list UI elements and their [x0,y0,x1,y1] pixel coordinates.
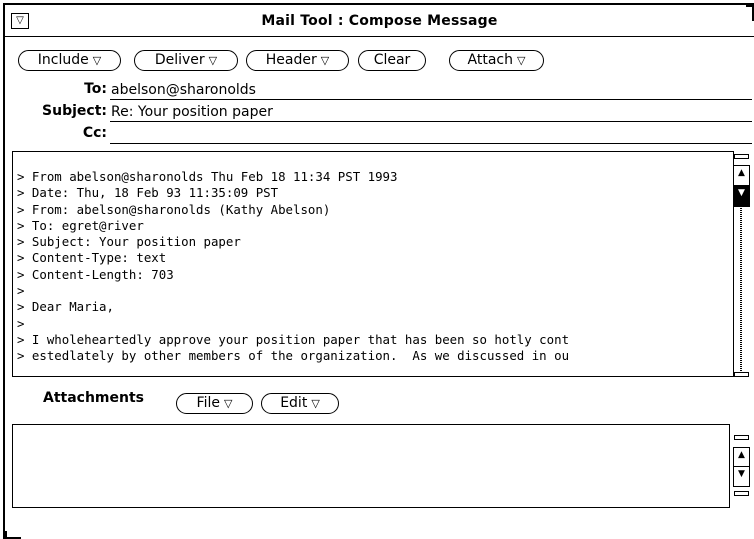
message-body-pane[interactable]: > From abelson@sharonolds Thu Feb 18 11:… [12,151,734,377]
compose-window: ▽ Mail Tool : Compose Message Include ▽ D… [3,3,754,539]
include-button-label: Include [37,52,89,68]
file-menu-button[interactable]: File ▽ [176,393,253,414]
subject-field[interactable]: Re: Your position paper [110,103,752,122]
deliver-button[interactable]: Deliver ▽ [134,50,238,71]
clear-button[interactable]: Clear [358,50,426,71]
message-line[interactable]: > estedlately by other members of the or… [17,348,739,364]
message-line[interactable]: > To: egret@river [17,218,739,234]
cc-field[interactable] [110,125,752,144]
message-line[interactable]: > Content-Length: 703 [17,267,739,283]
message-line[interactable]: > [17,283,739,299]
to-field[interactable]: abelson@sharonolds [110,81,752,100]
message-line[interactable]: > Subject: Your position paper [17,234,739,250]
window-title: Mail Tool : Compose Message [261,13,498,29]
message-line[interactable]: > Dear Maria, [17,299,739,315]
attachments-scrollbar-bottom-anchor[interactable] [734,491,749,496]
message-scrollbar-elevator[interactable]: ▲ ▼ [733,165,750,207]
menu-triangle-icon: ▽ [208,54,218,67]
scroll-up-arrow-icon[interactable]: ▲ [734,166,749,186]
scroll-up-arrow-icon[interactable]: ▲ [734,448,749,467]
attachments-pane[interactable] [12,424,730,508]
scrollbar-bottom-cable-anchor[interactable] [734,372,749,377]
message-scrollbar-cable[interactable] [740,208,742,371]
to-label: To: [84,81,107,97]
include-button[interactable]: Include ▽ [18,50,121,71]
attach-button-label: Attach [467,52,513,68]
scroll-down-arrow-icon[interactable]: ▼ [734,186,749,206]
header-button-label: Header [265,52,317,68]
cc-label: Cc: [82,125,107,141]
attach-button[interactable]: Attach ▽ [449,50,544,71]
edit-button-label: Edit [280,395,308,411]
attachments-scrollbar-top-anchor[interactable] [734,435,749,440]
message-line[interactable]: > [17,316,739,332]
message-line[interactable]: > From abelson@sharonolds Thu Feb 18 11:… [17,169,739,185]
attachments-scrollbar-elevator[interactable]: ▲ ▼ [733,447,750,487]
subject-label: Subject: [42,103,107,119]
menu-triangle-icon: ▽ [92,54,102,67]
file-button-label: File [196,395,220,411]
menu-triangle-icon: ▽ [223,397,233,410]
menu-triangle-icon: ▽ [320,54,330,67]
edit-menu-button[interactable]: Edit ▽ [261,393,339,414]
scrollbar-top-cable-anchor[interactable] [734,154,749,159]
title-divider [5,36,754,37]
scroll-down-arrow-icon[interactable]: ▼ [734,467,749,486]
clear-button-label: Clear [373,52,411,68]
window-resize-corner-bottom-left[interactable] [5,531,21,539]
message-line[interactable]: > Date: Thu, 18 Feb 93 11:35:09 PST [17,185,739,201]
header-button[interactable]: Header ▽ [246,50,349,71]
deliver-button-label: Deliver [154,52,205,68]
message-line[interactable]: > From: abelson@sharonolds (Kathy Abelso… [17,202,739,218]
message-line[interactable]: > Content-Type: text [17,250,739,266]
menu-triangle-icon: ▽ [517,54,526,67]
menu-triangle-icon: ▽ [311,397,320,410]
message-line[interactable]: > I wholeheartedly approve your position… [17,332,739,348]
message-body-text[interactable]: > From abelson@sharonolds Thu Feb 18 11:… [17,169,739,373]
attachments-label: Attachments [43,390,145,406]
